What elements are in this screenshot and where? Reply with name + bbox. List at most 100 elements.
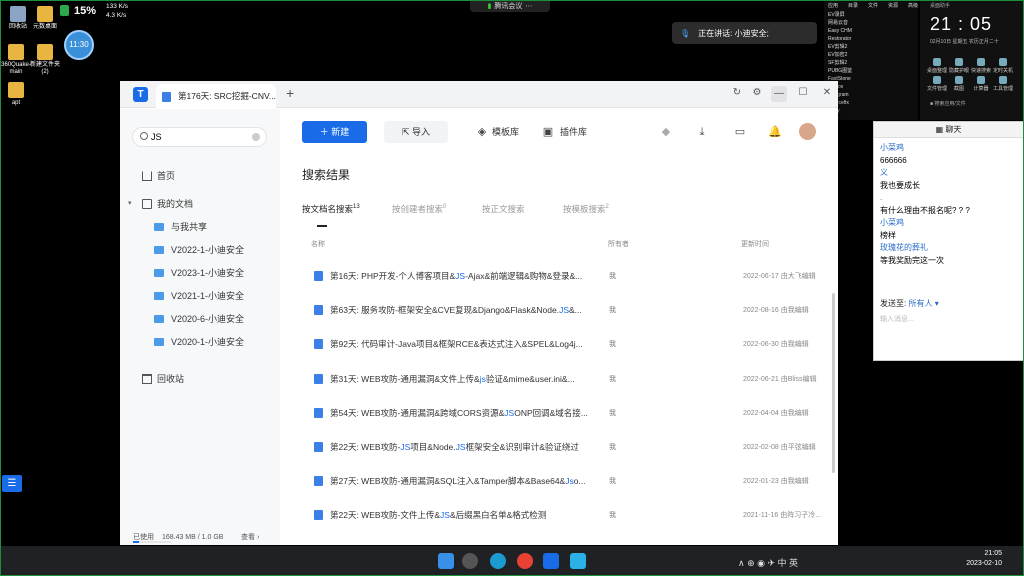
- shield-icon: [60, 5, 69, 16]
- nav-folder[interactable]: V2022-1-小迪安全: [120, 239, 280, 261]
- folder-icon: [8, 44, 24, 60]
- docs-app-icon[interactable]: [543, 553, 559, 569]
- meeting-app-icon[interactable]: [570, 553, 586, 569]
- search-input[interactable]: [151, 130, 251, 144]
- chat-nick: .: [880, 193, 883, 202]
- import-button[interactable]: ⇱ 导入: [384, 121, 448, 143]
- row-name: 第31天: WEB攻防-通用漏洞&文件上传&js验证&mime&user.ini…: [330, 373, 575, 384]
- tool-list-item[interactable]: Firefox: [824, 83, 918, 91]
- tab-by-template[interactable]: 按模板搜索2: [563, 203, 609, 215]
- tab-by-creator[interactable]: 按创建者搜索0: [392, 203, 446, 215]
- folder-open-icon[interactable]: ▭: [734, 126, 746, 138]
- timer-badge[interactable]: 11:30: [64, 30, 94, 60]
- widget-3[interactable]: 定时关机: [992, 58, 1014, 74]
- row-owner: 我: [609, 341, 616, 349]
- chrome-icon[interactable]: [517, 553, 533, 569]
- speaking-indicator: 🎙 正在讲话: 小迪安全;: [672, 22, 817, 44]
- new-tab-button[interactable]: +: [286, 85, 294, 101]
- plugins-button[interactable]: 插件库: [560, 121, 587, 143]
- maximize-button[interactable]: ☐: [795, 87, 811, 98]
- column-header-name[interactable]: 名称: [311, 239, 325, 249]
- table-row[interactable]: 第16天: PHP开发-个人博客项目&JS-Ajax&前端逻辑&购物&登录&..…: [302, 259, 822, 293]
- taskbar-clock[interactable]: 21:05 2023-02-10: [960, 549, 1002, 569]
- new-button[interactable]: ＋ 新建: [302, 121, 367, 143]
- tool-list-item[interactable]: Easy CHM: [824, 27, 918, 35]
- widget-7[interactable]: 工具管理: [992, 76, 1014, 92]
- tool-tab-dirs[interactable]: 目录: [848, 2, 858, 9]
- row-name: 第22天: WEB攻防-文件上传&JS&后缀黑白名单&格式检测: [330, 510, 547, 521]
- search-hint[interactable]: ■ 搜索应用/文件: [930, 100, 966, 107]
- desktop-icon-folder[interactable]: 元数桌面: [27, 6, 63, 31]
- table-row[interactable]: 第63天: 服务攻防-框架安全&CVE复现&Django&Flask&Node.…: [302, 293, 822, 327]
- usage-view-link[interactable]: 查看 ›: [241, 532, 259, 542]
- tool-tab-adv[interactable]: 高级: [908, 2, 918, 9]
- nav-my-documents[interactable]: ▾ 我的文档: [120, 193, 280, 215]
- bell-icon[interactable]: 🔔: [768, 126, 782, 138]
- chat-icon: ▦: [935, 125, 946, 134]
- widget-6[interactable]: 计算器: [970, 76, 992, 92]
- table-row[interactable]: 第27天: WEB攻防-通用漏洞&SQL注入&Tamper脚本&Base64&J…: [302, 464, 822, 498]
- tab-document[interactable]: 第176天: SRC挖掘-CNV...: [156, 84, 276, 108]
- tab-by-content[interactable]: 按正文搜索: [482, 203, 525, 215]
- tool-list-item[interactable]: EV录屏: [824, 11, 918, 19]
- search-icon[interactable]: [462, 553, 478, 569]
- tool-list-item[interactable]: 网易云音: [824, 19, 918, 27]
- table-row[interactable]: 第22天: WEB攻防-文件上传&JS&后缀黑白名单&格式检测 我 2021-11-…: [302, 498, 822, 532]
- row-owner: 我: [609, 444, 616, 451]
- widget-5[interactable]: 截图: [948, 76, 970, 92]
- clear-icon[interactable]: [252, 133, 260, 141]
- refresh-icon[interactable]: ↻: [729, 87, 745, 98]
- start-icon[interactable]: [438, 553, 454, 569]
- tool-list-item[interactable]: PUBG图鉴: [824, 67, 918, 75]
- nav-home[interactable]: 首页: [120, 165, 280, 187]
- chat-text: 有什么理由不报名呢? ? ?: [880, 205, 970, 215]
- desktop-icon-apt[interactable]: apt: [0, 82, 34, 107]
- folder-icon: [37, 44, 53, 60]
- widget-1[interactable]: 隐藏护眼: [948, 58, 970, 74]
- tool-tab-res[interactable]: 资源: [888, 2, 898, 9]
- system-tray[interactable]: ∧ ⊕ ◉ ✈ 中 英: [738, 556, 798, 569]
- tool-list-item[interactable]: FastStone: [824, 75, 918, 83]
- minimize-button[interactable]: —: [771, 86, 787, 102]
- list-toggle-button[interactable]: ☰: [2, 475, 22, 492]
- table-row[interactable]: 第54天: WEB攻防-通用漏洞&跨域CORS资源&JSONP回调&域名接...…: [302, 396, 822, 430]
- nav-folder[interactable]: V2020-1-小迪安全: [120, 331, 280, 353]
- column-header-updated[interactable]: 更新时间: [741, 239, 769, 249]
- tool-list-item[interactable]: Telegram: [824, 91, 918, 99]
- tool-list-item[interactable]: Restorator: [824, 35, 918, 43]
- table-row[interactable]: 第22天: WEB攻防-JS项目&Node.JS框架安全&识别审计&验证绕过 我 2…: [302, 430, 822, 464]
- tool-list-item[interactable]: EV剪辑2: [824, 43, 918, 51]
- widget-4[interactable]: 文件管理: [926, 76, 948, 92]
- widget-2[interactable]: 快速搜索: [970, 58, 992, 74]
- meeting-bar[interactable]: ▮ 腾讯会议 ⋯: [470, 0, 550, 12]
- signal-icon: ▮: [487, 3, 492, 10]
- scrollbar[interactable]: [832, 293, 835, 473]
- close-button[interactable]: ✕: [819, 87, 835, 98]
- tool-list-item[interactable]: Sourcefix: [824, 99, 918, 107]
- search-box[interactable]: [132, 127, 267, 147]
- nav-folder[interactable]: V2021-1-小迪安全: [120, 285, 280, 307]
- tab-by-name[interactable]: 按文档名搜索13: [302, 203, 360, 215]
- nav-folder[interactable]: V2023-1-小迪安全: [120, 262, 280, 284]
- column-header-owner: 所有者: [608, 241, 629, 248]
- table-row[interactable]: 第92天: 代码审计-Java项目&框架RCE&表达式注入&SPEL&Log4j…: [302, 327, 822, 361]
- templates-button[interactable]: 模板库: [492, 121, 519, 143]
- send-to-selector[interactable]: 发送至: 所有人 ▾: [880, 298, 939, 309]
- table-row[interactable]: 第31天: WEB攻防-通用漏洞&文件上传&js验证&mime&user.ini…: [302, 362, 822, 396]
- nav-trash[interactable]: 回收站: [120, 368, 280, 390]
- tool-tab-files[interactable]: 文件: [868, 2, 878, 9]
- download-icon[interactable]: ⤓: [696, 126, 708, 138]
- tool-list-item[interactable]: EV加密2: [824, 51, 918, 59]
- tool-list-item[interactable]: Copy: [824, 107, 918, 115]
- desktop-icon-new-folder[interactable]: 新建文件夹 (2): [27, 44, 63, 76]
- chat-input[interactable]: 输入消息...: [880, 314, 914, 324]
- avatar[interactable]: [799, 123, 816, 140]
- settings-icon[interactable]: ⚙: [749, 87, 765, 98]
- tool-tab-apps[interactable]: 应用: [828, 2, 838, 9]
- tool-list-item[interactable]: SF剪辑2: [824, 59, 918, 67]
- nav-folder[interactable]: V2020-6-小迪安全: [120, 308, 280, 330]
- widget-0[interactable]: 桌面整理: [926, 58, 948, 74]
- edge-icon[interactable]: [490, 553, 506, 569]
- nav-shared[interactable]: 与我共享: [120, 216, 280, 238]
- diamond-icon[interactable]: ◆: [660, 126, 672, 138]
